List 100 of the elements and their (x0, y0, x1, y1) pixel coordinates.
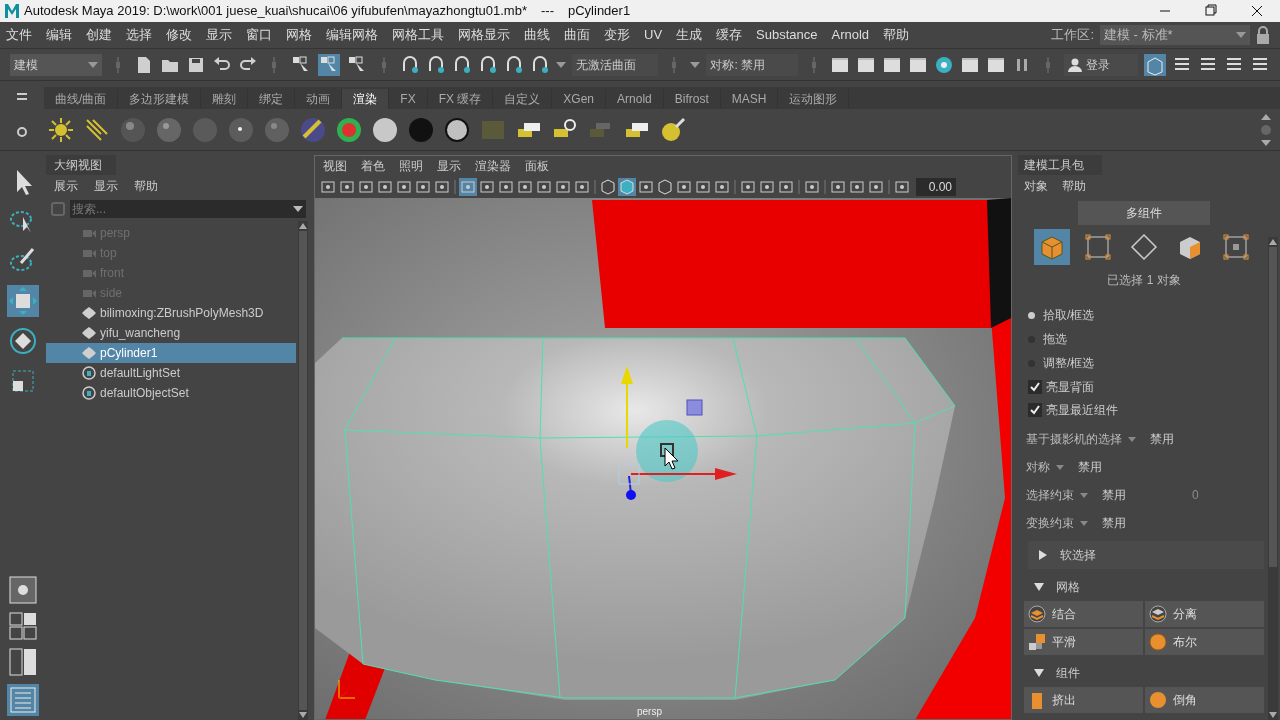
exposure-field[interactable]: 0.00 (916, 178, 956, 196)
menu-item[interactable]: UV (644, 25, 663, 45)
shelf-tab[interactable]: 多边形建模 (118, 89, 202, 109)
menu-item[interactable]: 帮助 (134, 177, 158, 195)
scroll-down-icon[interactable] (1269, 712, 1277, 718)
menu-item[interactable]: 曲面 (564, 25, 590, 45)
magnifier-disc-icon[interactable] (660, 116, 686, 143)
workspace-dropdown[interactable]: 建模 - 标准* (1100, 25, 1250, 45)
menu-item[interactable]: 曲线 (524, 25, 550, 45)
checkbox[interactable] (1028, 402, 1042, 417)
menu-item[interactable]: 缓存 (716, 25, 743, 45)
scroll-arrows-icon[interactable] (1260, 113, 1272, 146)
shelf-tab[interactable]: 绑定 (248, 89, 296, 109)
menu-item[interactable]: 窗口 (246, 25, 272, 45)
menu-item[interactable]: 显示 (94, 177, 118, 195)
symmetry-field[interactable]: 对称: 禁用 (706, 53, 799, 76)
wireframe-cube-icon[interactable] (599, 178, 617, 196)
scroll-up-icon[interactable] (299, 223, 307, 229)
menu-item[interactable]: 渲染器 (475, 157, 511, 175)
scroll-up-icon[interactable] (1269, 239, 1277, 245)
shelf-tab[interactable]: XGen (552, 89, 607, 109)
menu-item[interactable]: 编辑 (46, 25, 72, 45)
radio-option[interactable]: 拾取/框选 (1024, 303, 1264, 327)
shelf-tab[interactable]: 曲线/曲面 (44, 89, 119, 109)
directional-light-icon[interactable] (84, 116, 110, 143)
search-field[interactable]: 搜索... (70, 200, 290, 218)
heatmap-sphere-icon[interactable] (336, 116, 362, 143)
caret-icon[interactable] (555, 61, 566, 68)
shelf-tab[interactable]: 运动图形 (778, 89, 850, 109)
menu-item[interactable]: 网格 (286, 25, 312, 45)
section-header[interactable]: 网格 (1024, 573, 1264, 601)
login-button[interactable]: 登录 (1064, 53, 1138, 76)
striped-sphere-icon[interactable] (300, 116, 326, 143)
shelf-tab[interactable]: MASH (720, 89, 779, 109)
shelf-tab[interactable]: 雕刻 (201, 89, 249, 109)
radio-option[interactable]: 拖选 (1024, 327, 1264, 351)
four-pane-layout-icon[interactable] (9, 612, 37, 640)
sphere-material-icon[interactable] (156, 116, 182, 143)
menu-item[interactable]: 生成 (676, 25, 703, 45)
outliner-item[interactable]: defaultLightSet (46, 363, 296, 383)
live-surface-field[interactable]: 无激活曲面 (571, 53, 659, 76)
scrollbar[interactable] (298, 221, 308, 720)
menu-item[interactable]: 选择 (126, 25, 152, 45)
single-pane-layout-icon[interactable] (9, 576, 37, 604)
shelf-tab[interactable]: Bifrost (663, 89, 721, 109)
section-header[interactable]: 软选择 (1028, 541, 1264, 569)
caret-icon[interactable] (293, 206, 303, 212)
shelf-tab[interactable]: 自定义 (493, 89, 553, 109)
outliner-item[interactable]: defaultObjectSet (46, 383, 296, 403)
rotate-tool-icon[interactable] (7, 325, 39, 357)
material-sphere-icon[interactable] (372, 116, 398, 143)
menu-item[interactable]: 展示 (54, 177, 78, 195)
shelf-tab[interactable]: 渲染 (342, 89, 390, 109)
expanded-arrow-icon[interactable] (1034, 668, 1044, 678)
sun-light-icon[interactable] (48, 116, 74, 143)
menu-item[interactable]: 修改 (166, 25, 192, 45)
tool-button[interactable]: 分离 (1145, 601, 1264, 627)
caret-icon[interactable] (690, 61, 701, 68)
menu-item[interactable]: 对象 (1024, 177, 1048, 195)
checkbox[interactable] (1028, 379, 1042, 394)
outliner-item[interactable]: pCylinder1 (46, 343, 296, 363)
menu-item[interactable]: 帮助 (1062, 177, 1086, 195)
menu-item[interactable]: 网格显示 (458, 25, 510, 45)
expanded-arrow-icon[interactable] (1034, 582, 1044, 592)
search-options-button[interactable] (290, 200, 306, 218)
menu-item[interactable]: 面板 (525, 157, 549, 175)
menu-item[interactable]: 显示 (437, 157, 461, 175)
collapsed-arrow-icon[interactable] (1038, 550, 1048, 560)
menu-item[interactable]: 变形 (604, 25, 630, 45)
user-icon[interactable] (1068, 57, 1083, 72)
option-value[interactable]: 禁用 (1150, 430, 1174, 448)
tool-button[interactable]: 结合 (1024, 601, 1143, 627)
multi-component-button[interactable]: 多组件 (1078, 201, 1210, 225)
option-value[interactable]: 禁用 (1102, 514, 1126, 532)
sphere-material-icon[interactable] (228, 116, 254, 143)
menu-item[interactable]: 视图 (323, 157, 347, 175)
tool-button[interactable]: 挤出 (1024, 687, 1143, 713)
menu-item[interactable]: 照明 (399, 157, 423, 175)
menu-item[interactable]: Arnold (831, 25, 870, 45)
outliner-item[interactable]: bilimoxing:ZBrushPolyMesh3D (46, 303, 296, 323)
select-object-icon[interactable] (317, 53, 340, 76)
menu-item[interactable]: 显示 (206, 25, 232, 45)
menu-item[interactable]: 着色 (361, 157, 385, 175)
menu-item[interactable]: 创建 (86, 25, 112, 45)
outliner-item[interactable]: yifu_wancheng (46, 323, 296, 343)
sphere-material-icon[interactable] (120, 116, 146, 143)
sphere-material-icon[interactable] (264, 116, 290, 143)
tool-button[interactable]: 布尔 (1145, 629, 1264, 655)
option-value[interactable]: 禁用 (1078, 458, 1102, 476)
scrollbar[interactable] (1268, 237, 1278, 720)
shelf-tab[interactable]: FX (389, 89, 428, 109)
lock-icon[interactable] (1256, 26, 1270, 44)
menu-item[interactable]: Substance (756, 25, 818, 45)
tool-button[interactable]: 平滑 (1024, 629, 1143, 655)
menu-item[interactable]: 文件 (6, 25, 32, 45)
menu-item[interactable]: 编辑网格 (326, 25, 378, 45)
shelf-tab[interactable]: FX 缓存 (427, 89, 494, 109)
menu-item[interactable]: 网格工具 (392, 25, 444, 45)
shelf-tab[interactable]: Arnold (606, 89, 664, 109)
section-header[interactable]: 组件 (1024, 659, 1264, 687)
